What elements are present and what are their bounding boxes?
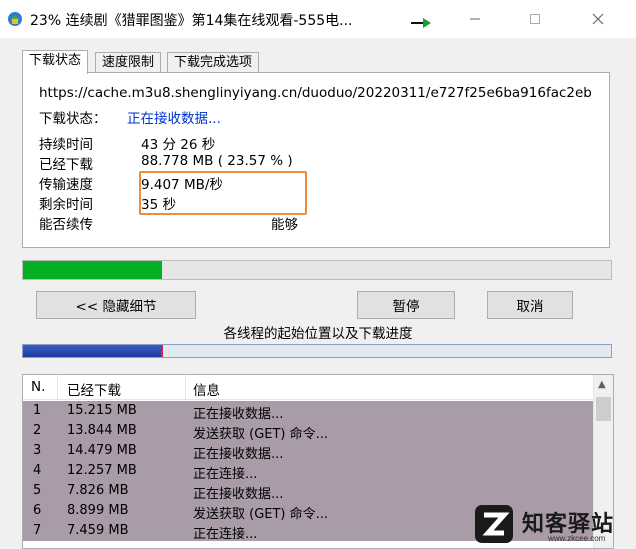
download-progress-fill bbox=[23, 261, 162, 279]
column-divider[interactable] bbox=[185, 375, 186, 399]
resume-value: 能够 bbox=[271, 217, 298, 233]
downloaded-label: 已经下载 bbox=[39, 157, 93, 173]
duration-label: 持续时间 bbox=[39, 137, 93, 153]
thread-number: 5 bbox=[33, 483, 42, 498]
table-row[interactable]: 1 15.215 MB 正在接收数据... bbox=[23, 401, 593, 422]
thread-downloaded: 12.257 MB bbox=[67, 463, 137, 478]
table-row[interactable]: 5 7.826 MB 正在接收数据... bbox=[23, 481, 593, 502]
column-header-info[interactable]: 信息 bbox=[193, 379, 220, 399]
status-label: 下载状态： bbox=[39, 111, 107, 127]
scroll-up-icon[interactable]: ▲ bbox=[598, 379, 606, 390]
title-bar: 23% 连续剧《猎罪图鉴》第14集在线观看-555电... bbox=[0, 0, 636, 38]
pause-button[interactable]: 暂停 bbox=[357, 291, 455, 319]
thread-number: 2 bbox=[33, 423, 42, 438]
thread-info: 正在接收数据... bbox=[193, 447, 284, 462]
minimize-button[interactable] bbox=[452, 0, 498, 38]
tab-speed-limit[interactable]: 速度限制 bbox=[95, 52, 162, 73]
tab-completion-options[interactable]: 下载完成选项 bbox=[167, 52, 260, 73]
resume-label: 能否续传 bbox=[39, 217, 93, 233]
maximize-icon bbox=[530, 14, 540, 24]
download-url: https://cache.m3u8.shenglinyiyang.cn/duo… bbox=[39, 85, 591, 101]
maximize-button[interactable] bbox=[512, 0, 558, 38]
hide-details-button[interactable]: << 隐藏细节 bbox=[36, 291, 196, 319]
thread-number: 1 bbox=[33, 403, 42, 418]
arrow-right-icon bbox=[411, 18, 431, 28]
thread-downloaded: 14.479 MB bbox=[67, 443, 137, 458]
table-row[interactable]: 2 13.844 MB 发送获取 (GET) 命令... bbox=[23, 421, 593, 442]
threads-progress-bar bbox=[22, 344, 612, 358]
tab-download-status[interactable]: 下载状态 bbox=[22, 50, 89, 74]
thread-number: 4 bbox=[33, 463, 42, 478]
thread-info: 正在接收数据... bbox=[193, 407, 284, 422]
threads-progress-fill bbox=[23, 345, 162, 357]
status-value: 正在接收数据... bbox=[127, 111, 221, 127]
column-divider[interactable] bbox=[57, 375, 58, 399]
thread-downloaded: 8.899 MB bbox=[67, 503, 129, 518]
thread-info: 正在接收数据... bbox=[193, 487, 284, 502]
column-header-number[interactable]: N. bbox=[31, 379, 45, 395]
column-header-downloaded[interactable]: 已经下载 bbox=[67, 379, 121, 399]
thread-info: 发送获取 (GET) 命令... bbox=[193, 507, 329, 522]
close-button[interactable] bbox=[575, 0, 621, 38]
highlight-box bbox=[139, 171, 307, 215]
download-progress-bar bbox=[22, 260, 612, 280]
thread-downloaded: 13.844 MB bbox=[67, 423, 137, 438]
table-row[interactable]: 4 12.257 MB 正在连接... bbox=[23, 461, 593, 482]
threads-caption: 各线程的起始位置以及下载进度 bbox=[223, 326, 413, 342]
window-title: 23% 连续剧《猎罪图鉴》第14集在线观看-555电... bbox=[30, 13, 353, 29]
remaining-label: 剩余时间 bbox=[39, 197, 93, 213]
thread-list-header: N. 已经下载 信息 bbox=[23, 375, 593, 400]
status-panel: https://cache.m3u8.shenglinyiyang.cn/duo… bbox=[22, 72, 610, 248]
watermark-url: www.zkcee.com bbox=[548, 534, 606, 543]
cancel-button[interactable]: 取消 bbox=[487, 291, 573, 319]
downloaded-value: 88.778 MB ( 23.57 % ) bbox=[141, 153, 293, 169]
thread-downloaded: 7.826 MB bbox=[67, 483, 129, 498]
app-icon bbox=[8, 12, 22, 26]
thread-number: 7 bbox=[33, 523, 42, 538]
thread-info: 发送获取 (GET) 命令... bbox=[193, 427, 329, 442]
thread-downloaded: 7.459 MB bbox=[67, 523, 129, 538]
thread-number: 3 bbox=[33, 443, 42, 458]
watermark: 知客驿站 www.zkcee.com bbox=[474, 504, 636, 547]
close-icon bbox=[592, 13, 604, 25]
scrollbar-thumb[interactable] bbox=[596, 397, 611, 421]
speed-label: 传输速度 bbox=[39, 177, 93, 193]
threads-progress-marker bbox=[161, 345, 164, 357]
watermark-logo-icon bbox=[475, 505, 513, 543]
thread-info: 正在连接... bbox=[193, 527, 258, 542]
table-row[interactable]: 3 14.479 MB 正在接收数据... bbox=[23, 441, 593, 462]
thread-number: 6 bbox=[33, 503, 42, 518]
duration-value: 43 分 26 秒 bbox=[141, 137, 216, 153]
thread-info: 正在连接... bbox=[193, 467, 258, 482]
thread-downloaded: 15.215 MB bbox=[67, 403, 137, 418]
minimize-icon bbox=[470, 18, 480, 20]
